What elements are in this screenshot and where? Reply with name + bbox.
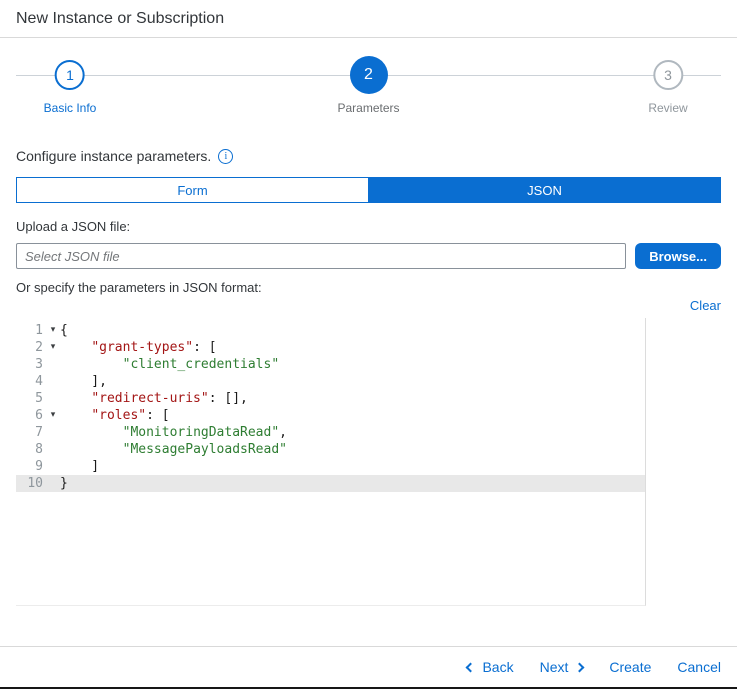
back-button-label: Back	[482, 659, 513, 675]
wizard-step-review[interactable]: 3 Review	[648, 56, 687, 115]
editor-line-2[interactable]: 2▾ "grant-types": [	[16, 339, 645, 356]
step-3-label: Review	[648, 101, 687, 115]
editor-line-1[interactable]: 1▾{	[16, 322, 645, 339]
code-text: "redirect-uris": [],	[60, 390, 248, 407]
step-1-circle[interactable]: 1	[55, 60, 85, 90]
line-number: 2	[16, 339, 46, 356]
json-section-label: Or specify the parameters in JSON format…	[16, 280, 721, 295]
chevron-down-fold-icon[interactable]: ▾	[46, 407, 60, 424]
fold-gutter-empty	[46, 441, 60, 458]
chevron-right-icon	[575, 662, 585, 672]
editor-line-3[interactable]: 3 "client_credentials"	[16, 356, 645, 373]
editor-line-10[interactable]: 10}	[16, 475, 645, 492]
next-button-label: Next	[540, 659, 569, 675]
step-1-circle-box: 1	[55, 56, 85, 94]
code-text: "MonitoringDataRead",	[60, 424, 287, 441]
tab-json[interactable]: JSON	[369, 178, 720, 202]
line-number: 1	[16, 322, 46, 339]
code-text: "MessagePayloadsRead"	[60, 441, 287, 458]
fold-gutter-empty	[46, 458, 60, 475]
code-text: }	[60, 475, 68, 492]
dialog-header: New Instance or Subscription	[0, 0, 737, 38]
chevron-left-icon	[466, 662, 476, 672]
instruction-row: Configure instance parameters. i	[16, 148, 721, 164]
line-number: 6	[16, 407, 46, 424]
editor-line-6[interactable]: 6▾ "roles": [	[16, 407, 645, 424]
json-editor-lines: 1▾{2▾ "grant-types": [3 "client_credenti…	[16, 322, 645, 492]
fold-gutter-empty	[46, 356, 60, 373]
line-number: 9	[16, 458, 46, 475]
step-3-circle[interactable]: 3	[653, 60, 683, 90]
line-number: 4	[16, 373, 46, 390]
dialog-footer: Back Next Create Cancel	[0, 646, 737, 687]
code-text: "roles": [	[60, 407, 170, 424]
instruction-text: Configure instance parameters.	[16, 148, 211, 164]
code-text: {	[60, 322, 68, 339]
upload-row: Browse...	[16, 243, 721, 269]
editor-line-7[interactable]: 7 "MonitoringDataRead",	[16, 424, 645, 441]
step-3-circle-box: 3	[653, 56, 683, 94]
editor-line-9[interactable]: 9 ]	[16, 458, 645, 475]
chevron-down-fold-icon[interactable]: ▾	[46, 322, 60, 339]
editor-line-4[interactable]: 4 ],	[16, 373, 645, 390]
fold-gutter-empty	[46, 390, 60, 407]
spacer	[0, 606, 737, 646]
code-text: ]	[60, 458, 99, 475]
fold-gutter-empty	[46, 373, 60, 390]
json-code-editor[interactable]: 1▾{2▾ "grant-types": [3 "client_credenti…	[16, 318, 646, 606]
clear-row: Clear	[16, 298, 721, 313]
wizard-step-parameters[interactable]: 2 Parameters	[337, 56, 399, 115]
parameters-step-content: Configure instance parameters. i Form JS…	[0, 132, 737, 606]
line-number: 10	[16, 475, 46, 492]
fold-gutter-empty	[46, 424, 60, 441]
step-2-circle[interactable]: 2	[350, 56, 388, 94]
editor-line-5[interactable]: 5 "redirect-uris": [],	[16, 390, 645, 407]
clear-link[interactable]: Clear	[690, 298, 721, 313]
line-number: 3	[16, 356, 46, 373]
tab-form[interactable]: Form	[17, 178, 369, 202]
dialog-title: New Instance or Subscription	[16, 10, 721, 28]
wizard-progress-navigator: 1 Basic Info 2 Parameters 3 Review	[0, 56, 737, 132]
editor-line-8[interactable]: 8 "MessagePayloadsRead"	[16, 441, 645, 458]
step-1-label[interactable]: Basic Info	[44, 101, 97, 115]
code-text: "grant-types": [	[60, 339, 217, 356]
view-segmented-control: Form JSON	[16, 177, 721, 203]
back-button[interactable]: Back	[467, 659, 513, 675]
browse-button[interactable]: Browse...	[635, 243, 721, 269]
json-file-input[interactable]	[16, 243, 626, 269]
next-button[interactable]: Next	[540, 659, 584, 675]
line-number: 7	[16, 424, 46, 441]
line-number: 5	[16, 390, 46, 407]
chevron-down-fold-icon[interactable]: ▾	[46, 339, 60, 356]
code-text: ],	[60, 373, 107, 390]
step-2-circle-box: 2	[350, 56, 388, 94]
create-button[interactable]: Create	[609, 659, 651, 675]
cancel-button[interactable]: Cancel	[677, 659, 721, 675]
step-2-label: Parameters	[337, 101, 399, 115]
new-instance-dialog: New Instance or Subscription 1 Basic Inf…	[0, 0, 737, 689]
line-number: 8	[16, 441, 46, 458]
upload-json-label: Upload a JSON file:	[16, 219, 721, 234]
info-icon[interactable]: i	[218, 149, 233, 164]
fold-gutter-empty	[46, 475, 60, 492]
code-text: "client_credentials"	[60, 356, 279, 373]
wizard-step-basic-info[interactable]: 1 Basic Info	[44, 56, 97, 115]
